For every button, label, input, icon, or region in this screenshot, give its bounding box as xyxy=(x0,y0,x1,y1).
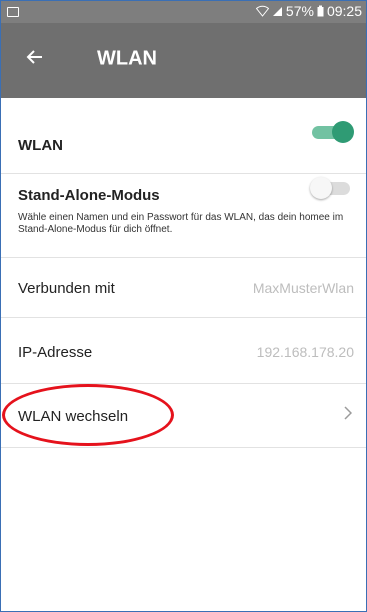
wifi-icon xyxy=(255,5,269,17)
wlan-row[interactable]: WLAN xyxy=(1,98,366,174)
standalone-row[interactable]: Stand-Alone-Modus Wähle einen Namen und … xyxy=(1,174,366,258)
wlan-toggle[interactable] xyxy=(310,120,354,144)
connected-label: Verbunden mit xyxy=(18,280,115,297)
toggle-knob xyxy=(332,121,354,143)
back-button[interactable] xyxy=(25,47,45,72)
status-bar: 57% 09:25 xyxy=(1,1,366,23)
switch-wlan-label: WLAN wechseln xyxy=(18,408,129,425)
ip-row: IP-Adresse 192.168.178.20 xyxy=(1,318,366,384)
battery-percent: 57% xyxy=(285,3,314,19)
battery-icon xyxy=(317,5,324,17)
arrow-left-icon xyxy=(26,50,42,64)
switch-wlan-row[interactable]: WLAN wechseln xyxy=(1,384,366,448)
page-title: WLAN xyxy=(97,47,157,70)
ip-label: IP-Adresse xyxy=(18,344,93,361)
connected-value: MaxMusterWlan xyxy=(252,280,354,296)
signal-icon xyxy=(272,7,282,16)
wlan-label: WLAN xyxy=(18,137,63,154)
ip-value: 192.168.178.20 xyxy=(256,344,354,360)
standalone-description: Wähle einen Namen und ein Passwort für d… xyxy=(18,212,344,235)
app-toolbar: WLAN xyxy=(1,23,366,98)
standalone-toggle[interactable] xyxy=(310,176,354,200)
clock: 09:25 xyxy=(326,3,362,19)
chevron-right-icon xyxy=(344,406,353,425)
standalone-label: Stand-Alone-Modus xyxy=(18,187,160,204)
chevron-right-icon xyxy=(344,406,353,420)
toggle-knob xyxy=(310,177,332,199)
notification-icon xyxy=(7,7,19,17)
connected-row: Verbunden mit MaxMusterWlan xyxy=(1,258,366,318)
